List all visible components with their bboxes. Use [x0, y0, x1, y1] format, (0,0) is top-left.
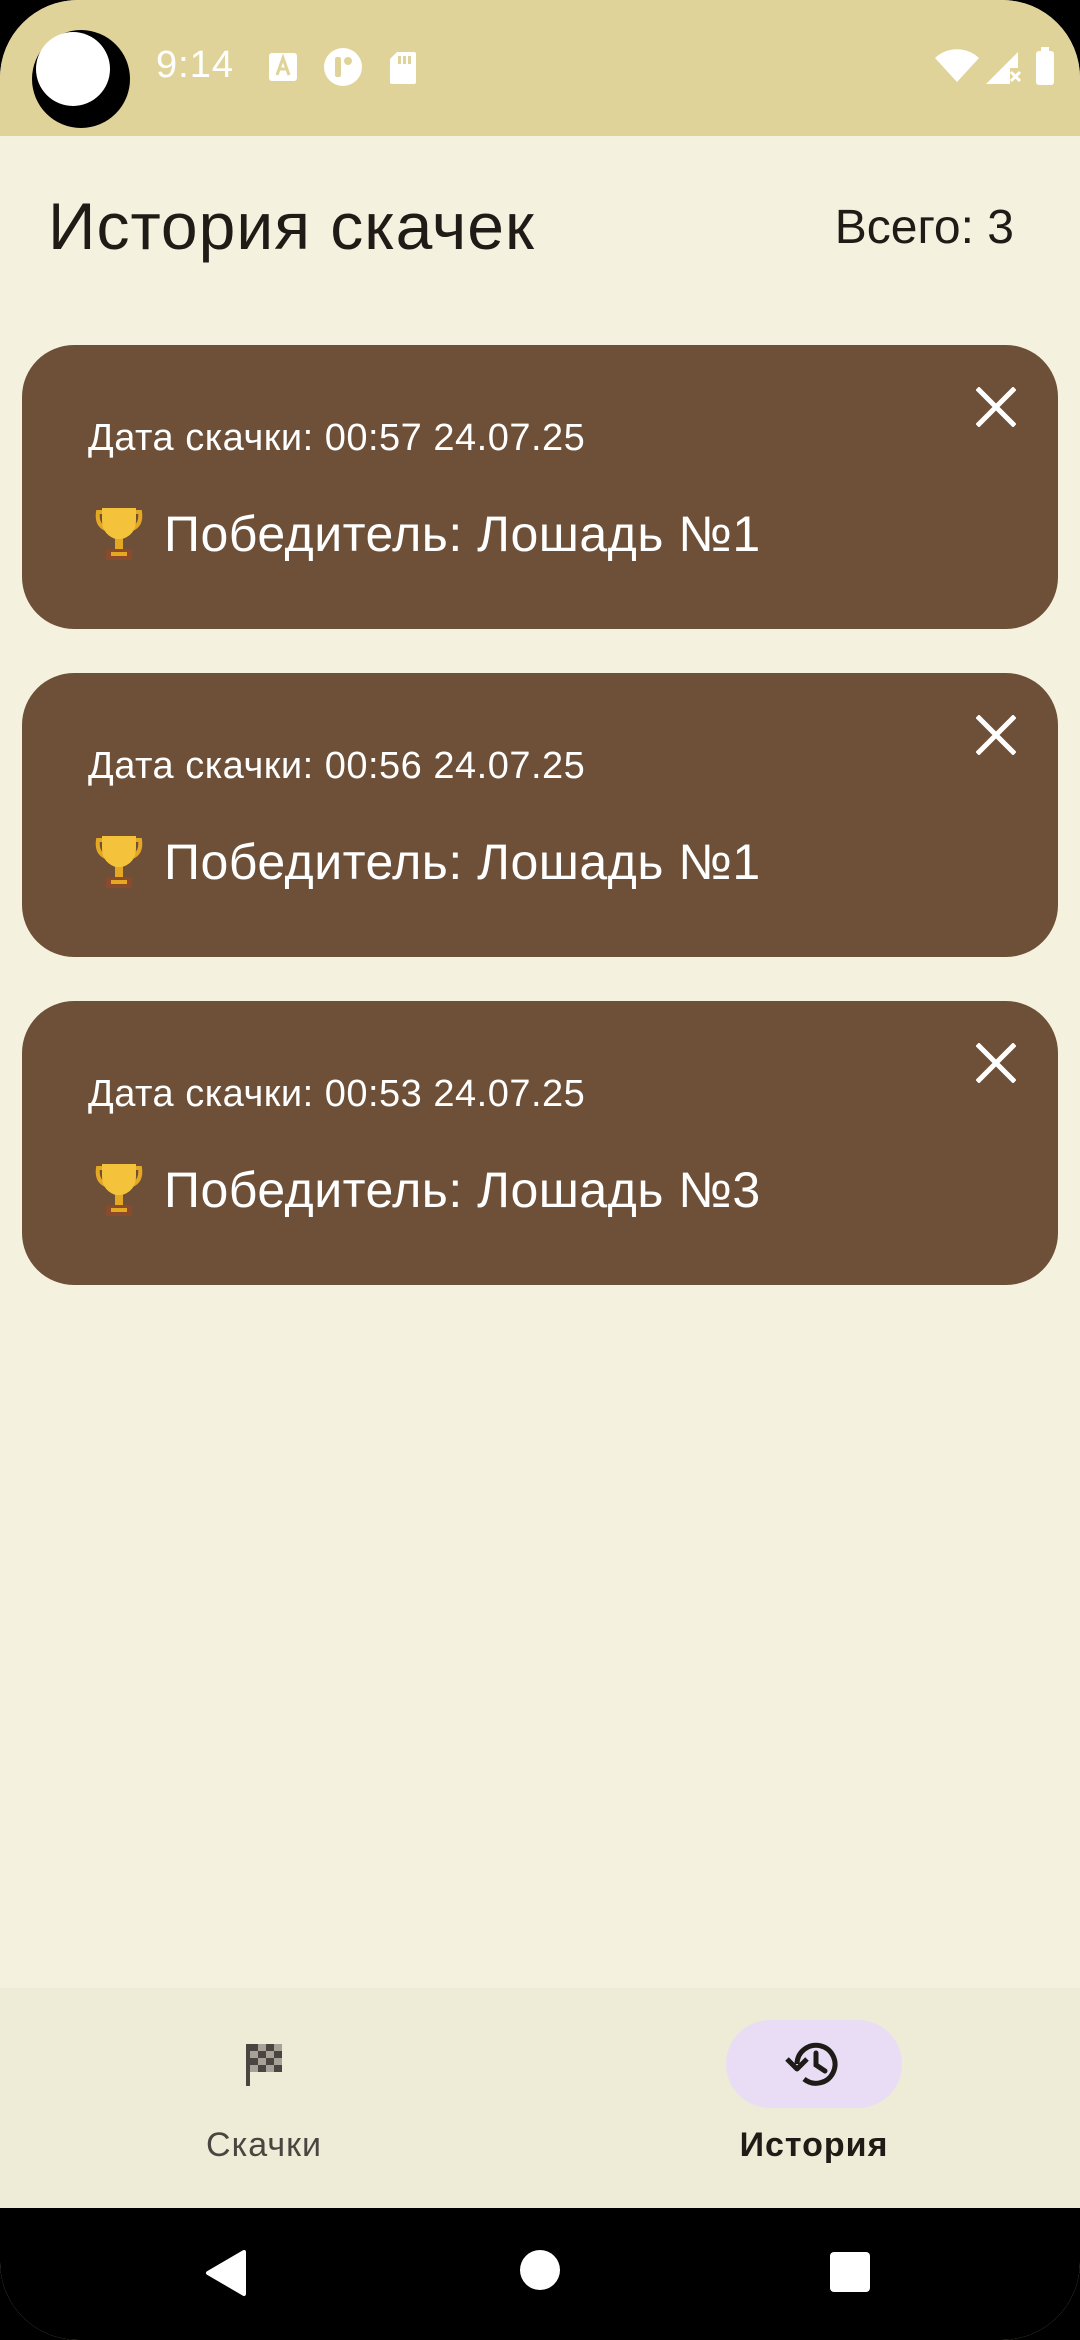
checkered-flag-icon: [246, 2044, 282, 2086]
race-winner-label: Победитель: Лошадь №3: [164, 1162, 761, 1218]
close-icon: [976, 1043, 1016, 1083]
race-date: Дата скачки: 00:56 24.07.25: [88, 745, 586, 787]
trophy-icon: [94, 506, 144, 562]
trophy-icon: [94, 834, 144, 890]
trophy-icon: [94, 1162, 144, 1218]
race-date: Дата скачки: 00:57 24.07.25: [88, 417, 586, 459]
nav-tab-history[interactable]: История: [684, 2020, 944, 2190]
cellular-signal-icon: [984, 48, 1022, 86]
camera-cutout: [32, 30, 130, 128]
nav-icon-container: [176, 2020, 352, 2108]
total-count: Всего: 3: [834, 201, 1014, 254]
race-winner: Победитель: Лошадь №3: [94, 1161, 761, 1219]
close-icon: [976, 715, 1016, 755]
page-title: История скачек: [48, 189, 535, 263]
sd-card-icon: [388, 50, 418, 86]
home-circle-icon: [520, 2250, 560, 2290]
history-icon: [785, 2042, 838, 2086]
race-winner: Победитель: Лошадь №1: [94, 833, 761, 891]
race-winner-label: Победитель: Лошадь №1: [164, 834, 761, 890]
status-bar: 9:14: [0, 0, 1080, 136]
app-screen: 9:14 История скачек Всего: 3 Дата скачки…: [0, 0, 1080, 2340]
wifi-icon: [934, 48, 980, 84]
app-notification-icon: [322, 46, 364, 88]
bottom-navigation: Скачки История: [0, 1988, 1080, 2208]
race-card: Дата скачки: 00:57 24.07.25 Победитель: …: [22, 345, 1058, 629]
delete-race-button[interactable]: [962, 701, 1030, 769]
status-time: 9:14: [156, 44, 234, 86]
nav-tab-races[interactable]: Скачки: [134, 2020, 394, 2190]
race-history-list: Дата скачки: 00:57 24.07.25 Победитель: …: [22, 345, 1058, 1329]
nav-label-history: История: [739, 2126, 889, 2164]
home-button[interactable]: [518, 2248, 562, 2297]
delete-race-button[interactable]: [962, 373, 1030, 441]
recents-button[interactable]: [828, 2250, 872, 2299]
recents-square-icon: [830, 2252, 870, 2292]
battery-icon: [1034, 46, 1056, 86]
system-navigation-bar: [0, 2208, 1080, 2340]
close-icon: [976, 387, 1016, 427]
delete-race-button[interactable]: [962, 1029, 1030, 1097]
race-card: Дата скачки: 00:53 24.07.25 Победитель: …: [22, 1001, 1058, 1285]
nav-label-races: Скачки: [206, 2126, 322, 2164]
race-winner: Победитель: Лошадь №1: [94, 505, 761, 563]
back-triangle-icon: [206, 2250, 246, 2296]
keyboard-a-icon: [266, 50, 300, 84]
back-button[interactable]: [204, 2248, 248, 2303]
race-winner-label: Победитель: Лошадь №1: [164, 506, 761, 562]
nav-icon-container-active: [726, 2020, 902, 2108]
race-card: Дата скачки: 00:56 24.07.25 Победитель: …: [22, 673, 1058, 957]
race-date: Дата скачки: 00:53 24.07.25: [88, 1073, 586, 1115]
